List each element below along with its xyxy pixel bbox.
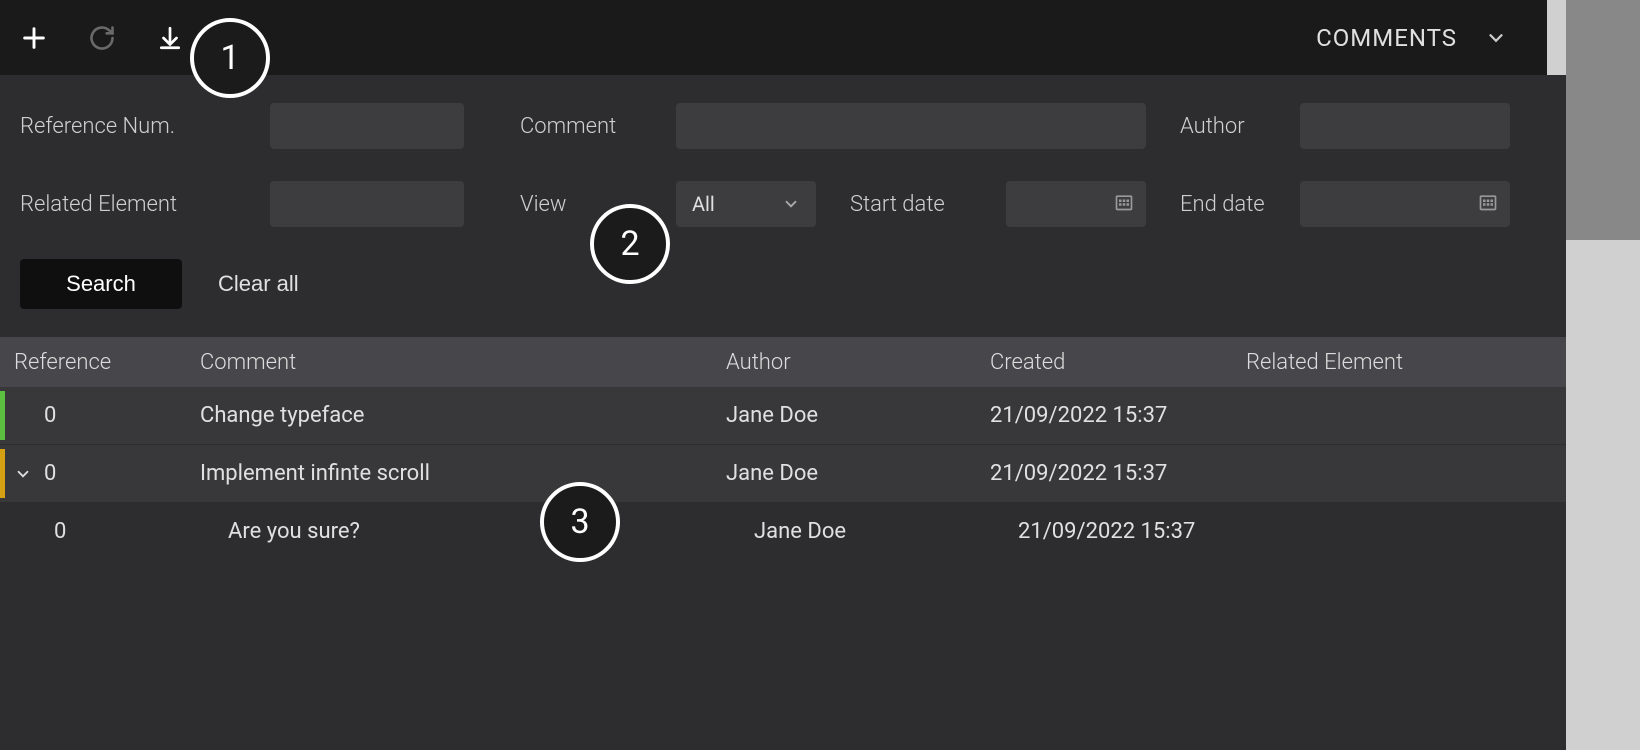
page-title-dropdown[interactable]: COMMENTS <box>1316 24 1527 52</box>
cell-author: Jane Doe <box>726 461 990 486</box>
filter-enddate-group: End date <box>1180 181 1620 227</box>
vertical-scrollbar[interactable] <box>1566 0 1640 750</box>
reference-label: Reference Num. <box>20 114 270 139</box>
view-select[interactable]: All <box>676 181 816 227</box>
filter-author-group: Author <box>1180 103 1620 149</box>
row-accent-green <box>0 391 5 440</box>
reference-value: 0 <box>44 461 56 486</box>
download-icon[interactable] <box>154 22 186 54</box>
end-date-label: End date <box>1180 192 1300 217</box>
scrollbar-thumb[interactable] <box>1566 0 1640 240</box>
calendar-icon <box>1114 192 1134 216</box>
cell-author: Jane Doe <box>726 519 990 544</box>
comment-label: Comment <box>520 114 676 139</box>
cell-comment: Change typeface <box>200 403 726 428</box>
filter-view-group: View All <box>520 181 850 227</box>
chevron-down-icon <box>782 195 800 213</box>
clear-all-button[interactable]: Clear all <box>218 271 299 297</box>
cell-created: 21/09/2022 15:37 <box>990 461 1246 486</box>
filter-row-2: Related Element View All Start date End … <box>20 181 1620 227</box>
calendar-icon <box>1478 192 1498 216</box>
row-accent-orange <box>0 449 5 498</box>
topbar-actions <box>18 22 186 54</box>
table-row-child[interactable]: 0 Are you sure? Jane Doe 21/09/2022 15:3… <box>0 503 1640 561</box>
filter-buttons: Search Clear all <box>20 259 1620 309</box>
search-button[interactable]: Search <box>20 259 182 309</box>
related-input[interactable] <box>270 181 464 227</box>
cell-reference: 0 <box>0 519 200 544</box>
filter-reference-group: Reference Num. <box>20 103 520 149</box>
start-date-input[interactable] <box>1006 181 1146 227</box>
start-date-label: Start date <box>850 192 1006 217</box>
table-row[interactable]: 0 Implement infinte scroll Jane Doe 21/0… <box>0 445 1640 503</box>
page-title: COMMENTS <box>1316 24 1457 52</box>
cell-created: 21/09/2022 15:37 <box>990 403 1246 428</box>
reference-input[interactable] <box>270 103 464 149</box>
col-header-author: Author <box>726 350 990 375</box>
related-label: Related Element <box>20 192 270 217</box>
table-header: Reference Comment Author Created Related… <box>0 337 1640 387</box>
cell-author: Jane Doe <box>726 403 990 428</box>
view-selected-value: All <box>692 192 715 216</box>
comment-input[interactable] <box>676 103 1146 149</box>
reference-value: 0 <box>44 403 56 428</box>
filter-panel: Reference Num. Comment Author Related El… <box>0 75 1640 337</box>
cell-reference: 0 <box>0 403 200 428</box>
author-input[interactable] <box>1300 103 1510 149</box>
cell-reference: 0 <box>0 461 200 486</box>
add-icon[interactable] <box>18 22 50 54</box>
reference-value: 0 <box>54 519 66 544</box>
filter-related-group: Related Element <box>20 181 520 227</box>
refresh-icon[interactable] <box>86 22 118 54</box>
filter-comment-group: Comment <box>520 103 1180 149</box>
chevron-down-icon <box>1485 27 1507 49</box>
filter-row-1: Reference Num. Comment Author <box>20 103 1620 149</box>
expand-chevron-icon[interactable] <box>14 465 36 483</box>
table-row[interactable]: 0 Change typeface Jane Doe 21/09/2022 15… <box>0 387 1640 445</box>
cell-comment: Are you sure? <box>200 519 726 544</box>
cell-created: 21/09/2022 15:37 <box>990 519 1246 544</box>
col-header-created: Created <box>990 350 1246 375</box>
col-header-reference: Reference <box>0 350 200 375</box>
cell-comment: Implement infinte scroll <box>200 461 726 486</box>
filter-startdate-group: Start date <box>850 181 1180 227</box>
col-header-comment: Comment <box>200 350 726 375</box>
view-label: View <box>520 192 676 217</box>
top-bar: COMMENTS JD <box>0 0 1640 75</box>
comments-table: Reference Comment Author Created Related… <box>0 337 1640 561</box>
end-date-input[interactable] <box>1300 181 1510 227</box>
author-label: Author <box>1180 114 1300 139</box>
